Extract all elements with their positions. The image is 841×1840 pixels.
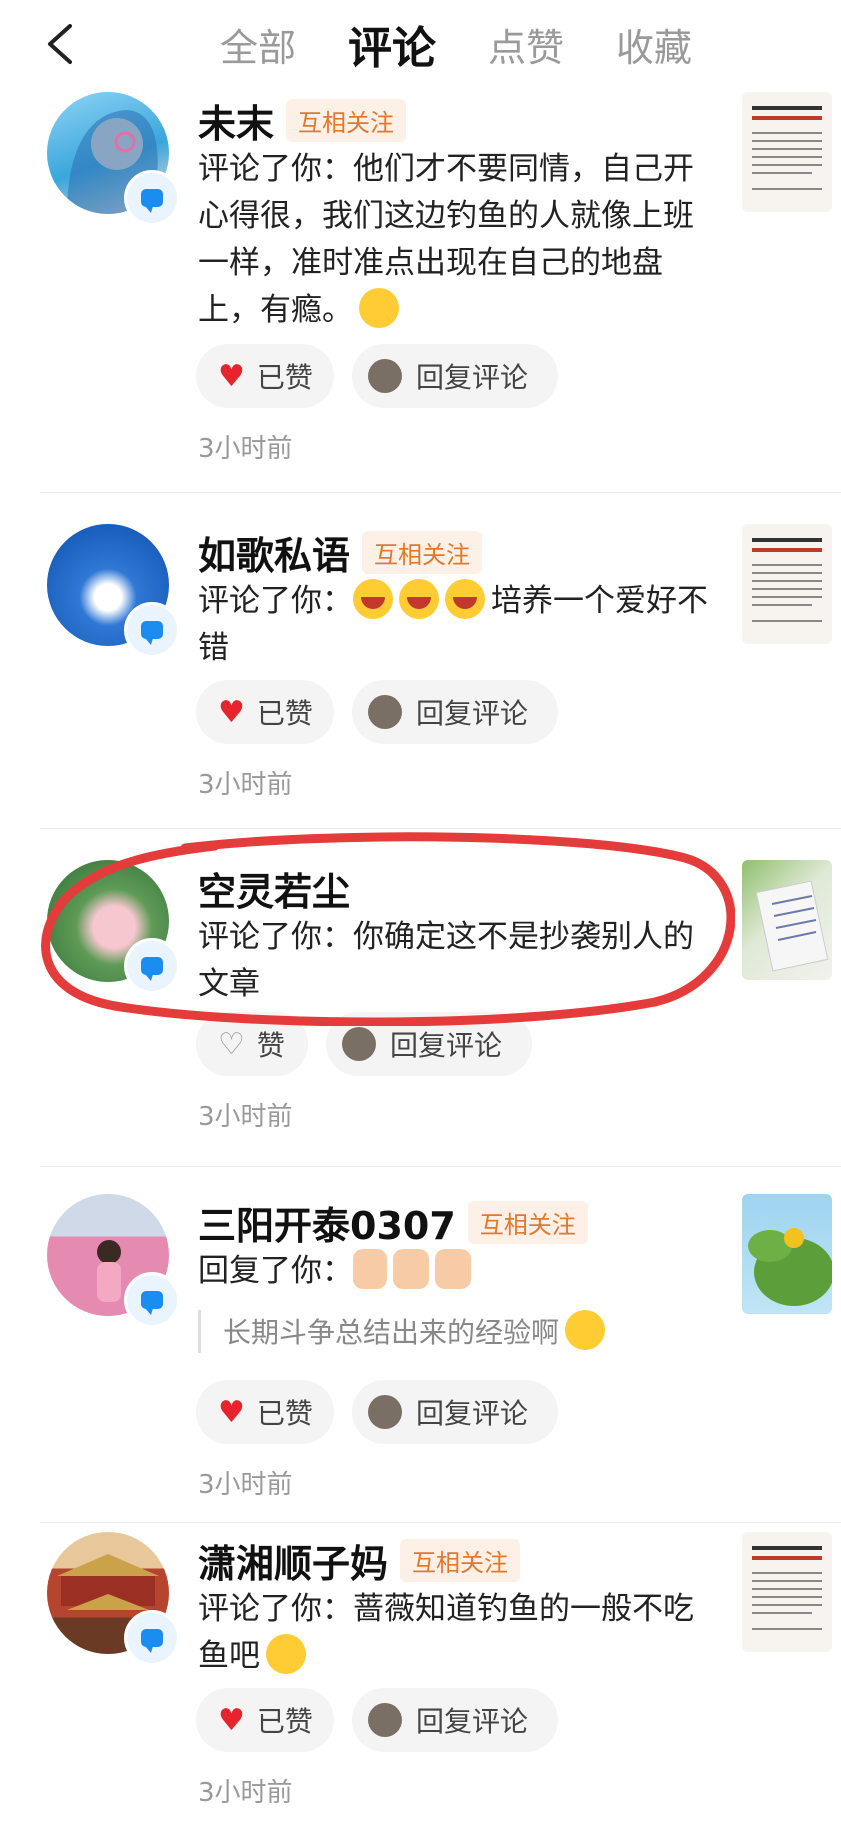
- reply-comment-button[interactable]: 回复评论: [352, 1380, 558, 1444]
- user-name[interactable]: 未末: [198, 93, 274, 148]
- mutual-follow-badge: 互相关注: [362, 530, 483, 574]
- post-thumbnail[interactable]: [742, 1532, 832, 1652]
- notification-item: 未末 互相关注 评论了你：他们才不要同情，自己开心得很，我们这边钓鱼的人就像上班…: [0, 92, 841, 492]
- divider: [40, 1166, 841, 1167]
- laughing-emoji: [445, 579, 485, 619]
- divider: [40, 828, 841, 829]
- mutual-follow-badge: 互相关注: [467, 1200, 588, 1244]
- comment-text[interactable]: 评论了你：他们才不要同情，自己开心得很，我们这边钓鱼的人就像上班一样，准时准点出…: [198, 146, 718, 334]
- like-button[interactable]: ♥ 已赞: [196, 1380, 334, 1444]
- thumbs-up-emoji: [435, 1249, 471, 1289]
- tab-bar: 全部 评论 点赞 收藏: [220, 14, 744, 74]
- heart-filled-icon: ♥: [218, 694, 245, 730]
- post-thumbnail[interactable]: [742, 1194, 832, 1314]
- heart-outline-icon: ♡: [218, 1026, 245, 1062]
- thumbs-up-emoji: [393, 1249, 429, 1289]
- comment-text[interactable]: 回复了你：: [198, 1248, 718, 1295]
- finger-heart-emoji: [353, 1249, 387, 1289]
- comment-badge-icon: [124, 1610, 180, 1666]
- my-avatar-icon: [368, 1395, 402, 1429]
- comment-text[interactable]: 评论了你： 培养一个爱好不错: [198, 578, 718, 672]
- annotation-circle: [41, 832, 735, 1026]
- divider: [40, 492, 841, 493]
- timestamp: 3小时前: [198, 1470, 293, 1500]
- tab-all[interactable]: 全部: [220, 17, 296, 72]
- quoted-comment[interactable]: 长期斗争总结出来的经验啊: [198, 1310, 611, 1353]
- like-button[interactable]: ♥ 已赞: [196, 680, 334, 744]
- user-name[interactable]: 如歌私语: [198, 525, 350, 580]
- reply-comment-button[interactable]: 回复评论: [352, 680, 558, 744]
- comment-badge-icon: [124, 602, 180, 658]
- comment-badge-icon: [124, 170, 180, 226]
- comment-badge-icon: [124, 1272, 180, 1328]
- notification-item: 三阳开泰0307 互相关注 回复了你： 长期斗争总结出来的经验啊 ♥ 已赞 回复评…: [0, 1194, 841, 1544]
- timestamp: 3小时前: [198, 1778, 293, 1808]
- timestamp: 3小时前: [198, 770, 293, 800]
- crying-laughing-emoji: [266, 1634, 306, 1674]
- my-avatar-icon: [368, 359, 402, 393]
- comment-text[interactable]: 评论了你：蔷薇知道钓鱼的一般不吃鱼吧: [198, 1586, 718, 1680]
- my-avatar-icon: [368, 695, 402, 729]
- my-avatar-icon: [342, 1027, 376, 1061]
- mutual-follow-badge: 互相关注: [400, 1538, 521, 1582]
- post-thumbnail[interactable]: [742, 860, 832, 980]
- post-thumbnail[interactable]: [742, 92, 832, 212]
- back-arrow-icon[interactable]: [40, 22, 84, 66]
- notification-item: 潇湘顺子妈 互相关注 评论了你：蔷薇知道钓鱼的一般不吃鱼吧 ♥ 已赞 回复评论 3…: [0, 1532, 841, 1840]
- heart-filled-icon: ♥: [218, 1394, 245, 1430]
- mutual-follow-badge: 互相关注: [286, 98, 407, 142]
- reply-comment-button[interactable]: 回复评论: [352, 1688, 558, 1752]
- user-name[interactable]: 潇湘顺子妈: [198, 1533, 388, 1588]
- tab-favorites[interactable]: 收藏: [616, 17, 692, 72]
- like-button[interactable]: ♥ 已赞: [196, 1688, 334, 1752]
- timestamp: 3小时前: [198, 434, 293, 464]
- heart-filled-icon: ♥: [218, 358, 245, 394]
- user-name[interactable]: 三阳开泰0307: [198, 1195, 456, 1250]
- laughing-emoji: [353, 579, 393, 619]
- face-emoji: [359, 288, 399, 328]
- divider: [40, 1522, 841, 1523]
- my-avatar-icon: [368, 1703, 402, 1737]
- laughing-emoji: [399, 579, 439, 619]
- heart-filled-icon: ♥: [218, 1702, 245, 1738]
- reply-comment-button[interactable]: 回复评论: [352, 344, 558, 408]
- tab-comments[interactable]: 评论: [348, 12, 436, 76]
- top-bar: 全部 评论 点赞 收藏: [0, 0, 841, 92]
- notification-item: 如歌私语 互相关注 评论了你： 培养一个爱好不错 ♥ 已赞 回复评论 3小时前: [0, 524, 841, 824]
- post-thumbnail[interactable]: [742, 524, 832, 644]
- grinning-emoji: [565, 1310, 606, 1350]
- timestamp: 3小时前: [198, 1102, 293, 1132]
- tab-likes[interactable]: 点赞: [488, 17, 564, 72]
- like-button[interactable]: ♥ 已赞: [196, 344, 334, 408]
